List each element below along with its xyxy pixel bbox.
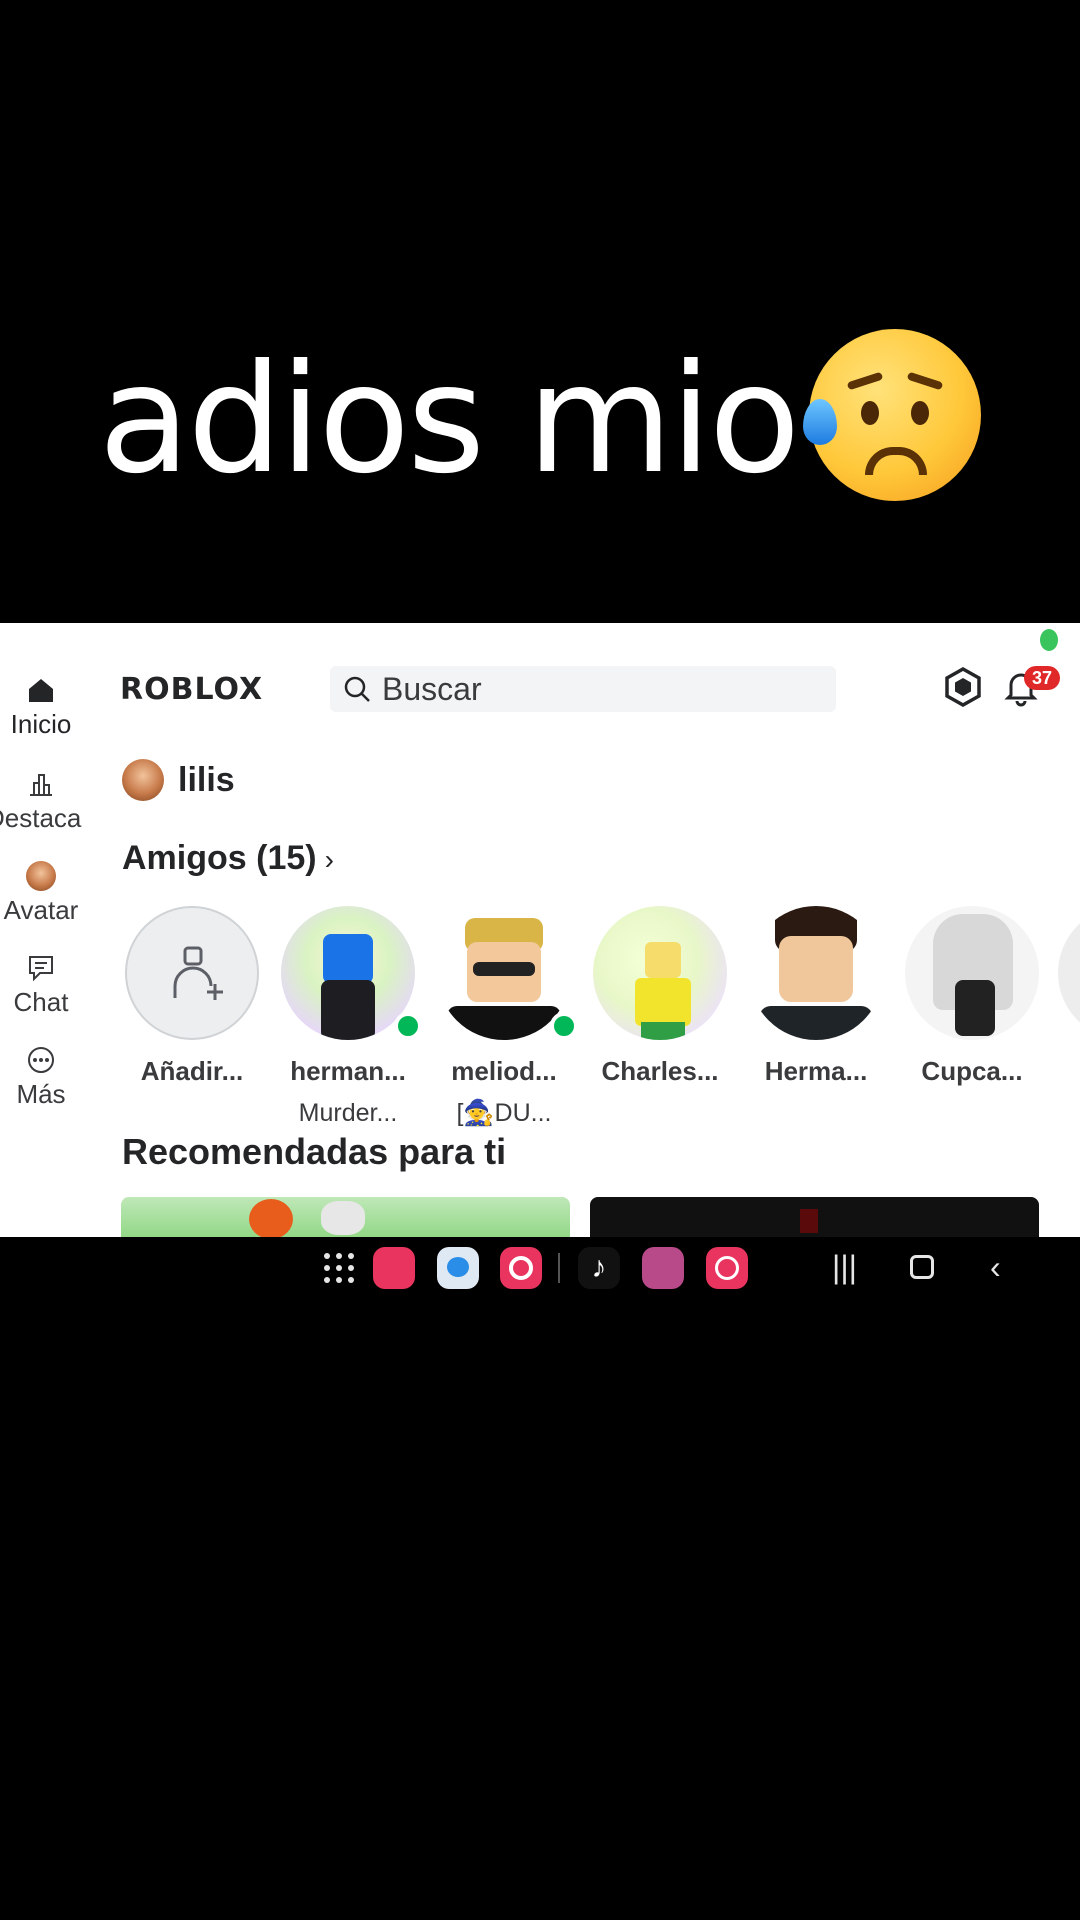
- online-indicator: [394, 1012, 422, 1040]
- friend-avatar: [645, 942, 681, 978]
- avatar: [122, 759, 164, 801]
- android-taskbar: ♪ ||| ‹: [0, 1237, 1080, 1297]
- friend-name: Charles...: [601, 1056, 719, 1086]
- phone-app-icon[interactable]: [373, 1247, 415, 1289]
- game-tile[interactable]: [121, 1197, 570, 1237]
- robux-icon[interactable]: [943, 667, 983, 707]
- taskbar-divider: [558, 1253, 560, 1283]
- charts-icon: [30, 774, 52, 796]
- games-folder-icon[interactable]: [642, 1247, 684, 1289]
- nav-item-avatar[interactable]: Avatar: [0, 861, 82, 926]
- apps-grid-icon[interactable]: [318, 1247, 360, 1289]
- friend-name: Añadir...: [140, 1056, 244, 1086]
- online-indicator: [550, 1012, 578, 1040]
- nav-item-mas[interactable]: Más: [0, 1045, 82, 1110]
- friend-item[interactable]: meliod... [🧙DU...: [434, 906, 578, 1128]
- friend-item-partial[interactable]: [1058, 906, 1080, 1040]
- friends-carousel: Añadir... herman... Murder... meliod... …: [122, 906, 1080, 1146]
- game-tile[interactable]: [590, 1197, 1039, 1237]
- home-icon: [29, 679, 53, 702]
- status-indicator-dot: [1040, 629, 1058, 651]
- chevron-right-icon: ›: [324, 844, 334, 875]
- search-bar[interactable]: Buscar: [330, 666, 836, 712]
- recommended-title: Recomendadas para ti: [122, 1131, 507, 1172]
- search-input[interactable]: Buscar: [382, 671, 482, 708]
- sad-sweat-face-emoji: [803, 329, 982, 501]
- nav-item-inicio[interactable]: Inicio: [0, 675, 82, 740]
- avatar-icon: [26, 861, 56, 891]
- nav-label: Destacados: [0, 803, 82, 833]
- add-friend-button[interactable]: Añadir...: [122, 906, 262, 1087]
- friend-avatar: [323, 934, 373, 984]
- roblox-logo[interactable]: ROBLOX: [120, 672, 263, 707]
- friend-name: herman...: [290, 1056, 406, 1086]
- messages-app-icon[interactable]: [437, 1247, 479, 1289]
- nav-label: Avatar: [3, 895, 79, 925]
- video-caption: adios mio: [0, 320, 1080, 520]
- friend-item[interactable]: Herma...: [746, 906, 886, 1087]
- more-icon: [28, 1047, 54, 1073]
- chat-icon: [29, 956, 53, 982]
- nav-label: Más: [16, 1079, 66, 1109]
- friends-title: Amigos (15): [122, 839, 317, 877]
- tiktok-app-icon[interactable]: ♪: [578, 1247, 620, 1289]
- friend-status: Murder...: [298, 1099, 398, 1127]
- friend-name: Herma...: [764, 1056, 868, 1086]
- recents-icon[interactable]: |||: [832, 1251, 857, 1283]
- username: lilis: [178, 760, 235, 799]
- friend-item[interactable]: herman... Murder...: [278, 906, 422, 1128]
- roblox-home-screen: Inicio Destacados Avatar Chat Más ROBLOX…: [0, 623, 1080, 1237]
- whatsapp-app-icon[interactable]: [706, 1247, 748, 1289]
- friend-item[interactable]: Cupca...: [902, 906, 1042, 1087]
- back-icon[interactable]: ‹: [990, 1251, 1001, 1283]
- notifications-badge: 37: [1024, 666, 1060, 690]
- friend-name: meliod...: [451, 1056, 557, 1086]
- chrome-app-icon[interactable]: [500, 1247, 542, 1289]
- friend-status: [🧙DU...: [456, 1099, 552, 1127]
- search-icon: [344, 676, 370, 702]
- friends-header[interactable]: Amigos (15) ›: [122, 839, 334, 878]
- nav-rail: Inicio Destacados Avatar Chat Más: [0, 623, 82, 1237]
- nav-label: Chat: [13, 987, 69, 1017]
- nav-label: Inicio: [10, 709, 72, 739]
- friend-item[interactable]: Charles...: [590, 906, 730, 1087]
- nav-item-destacados[interactable]: Destacados: [0, 769, 82, 834]
- user-profile-row[interactable]: lilis: [122, 759, 235, 801]
- home-button-icon[interactable]: [910, 1255, 934, 1279]
- nav-item-chat[interactable]: Chat: [0, 953, 82, 1018]
- caption-text: adios mio: [98, 333, 801, 507]
- add-friend-icon: [173, 946, 223, 1000]
- friend-name: Cupca...: [921, 1056, 1023, 1086]
